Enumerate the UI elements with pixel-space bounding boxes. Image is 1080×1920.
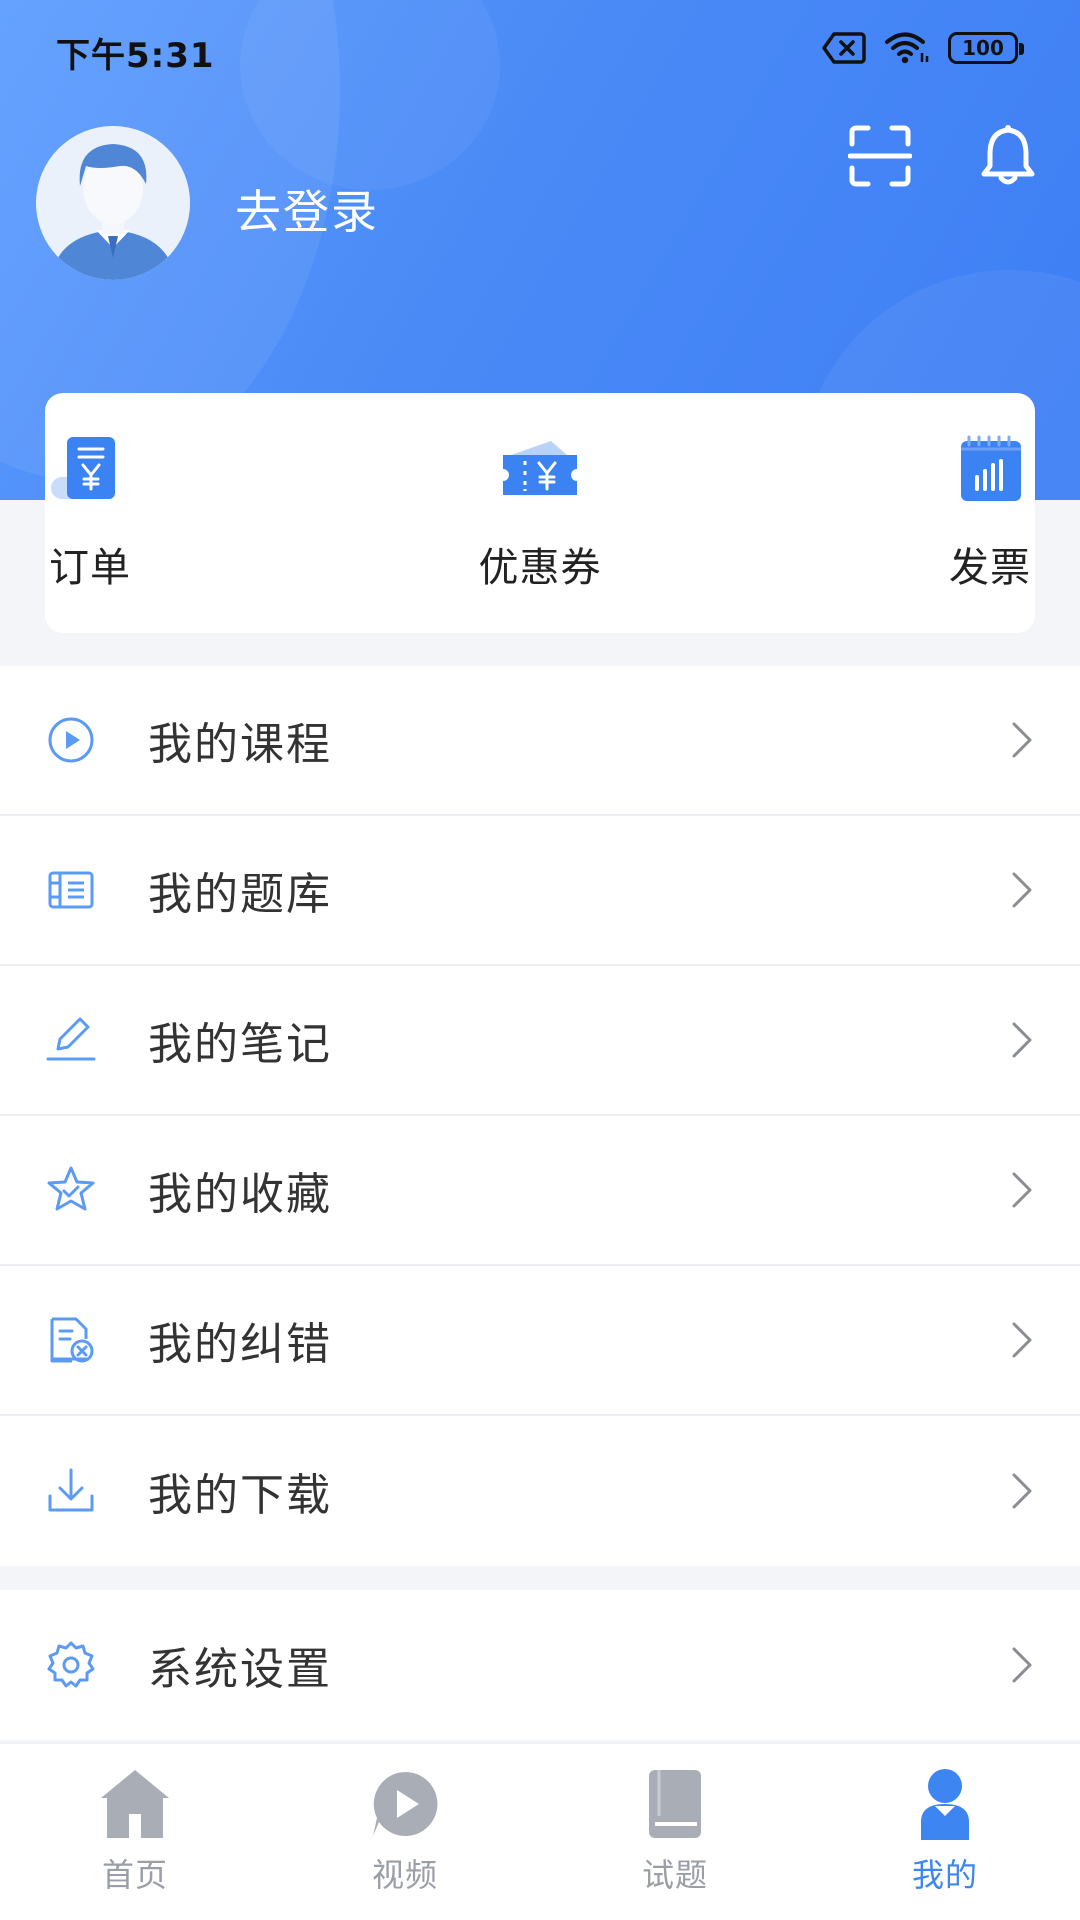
- star-icon: [47, 1166, 95, 1211]
- menu-item-label: 系统设置: [148, 1644, 332, 1695]
- battery-indicator: 100: [948, 32, 1024, 64]
- tab-video[interactable]: 视频: [270, 1744, 540, 1920]
- notification-button[interactable]: [980, 124, 1036, 188]
- wifi-icon: [884, 31, 930, 65]
- chevron-right-icon: [1012, 1647, 1032, 1683]
- tab-label: 视频: [371, 1856, 438, 1894]
- quick-action-order[interactable]: 订单: [0, 393, 255, 633]
- quick-actions-card: 订单 优惠券 发票: [45, 393, 1035, 633]
- menu-item-my-favorites[interactable]: 我的收藏: [0, 1116, 1080, 1266]
- menu-item-label: 我的笔记: [148, 1019, 332, 1070]
- menu-item-system-settings[interactable]: 系统设置: [0, 1590, 1080, 1740]
- settings-list: 系统设置: [0, 1590, 1080, 1740]
- chevron-right-icon: [1012, 872, 1032, 908]
- menu-item-my-question-bank[interactable]: 我的题库: [0, 816, 1080, 966]
- tab-questions[interactable]: 试题: [540, 1744, 810, 1920]
- pencil-icon: [46, 1017, 96, 1061]
- no-sim-icon: [822, 31, 866, 65]
- chevron-right-icon: [1012, 1473, 1032, 1509]
- video-icon: [373, 1771, 438, 1836]
- play-circle-icon: [48, 717, 94, 763]
- menu-item-label: 我的课程: [148, 719, 332, 770]
- menu-item-my-corrections[interactable]: 我的纠错: [0, 1266, 1080, 1416]
- bell-icon: [981, 125, 1035, 185]
- quick-action-label: 订单: [49, 545, 131, 591]
- status-time: 下午5:31: [56, 36, 215, 76]
- menu-item-label: 我的纠错: [148, 1319, 332, 1370]
- menu-list: 我的课程 我的题库 我的笔记 我的收藏 我的纠错 我的下载: [0, 666, 1080, 1566]
- error-report-icon: [50, 1317, 94, 1363]
- menu-item-my-notes[interactable]: 我的笔记: [0, 966, 1080, 1116]
- tab-label: 我的: [911, 1856, 978, 1894]
- login-link[interactable]: 去登录: [235, 176, 379, 242]
- question-bank-icon: [48, 871, 94, 909]
- tab-label: 首页: [101, 1856, 168, 1894]
- gear-icon: [47, 1641, 95, 1688]
- invoice-icon: [961, 435, 1021, 501]
- quick-action-label: 发票: [949, 545, 1031, 591]
- scan-icon: [847, 125, 913, 187]
- user-icon: [921, 1769, 969, 1840]
- chevron-right-icon: [1012, 722, 1032, 758]
- chevron-right-icon: [1012, 1322, 1032, 1358]
- home-icon: [101, 1770, 169, 1838]
- menu-item-my-courses[interactable]: 我的课程: [0, 666, 1080, 816]
- status-icons: 100: [822, 30, 1024, 66]
- scan-button[interactable]: [847, 124, 913, 188]
- menu-item-label: 我的题库: [148, 869, 332, 920]
- menu-item-label: 我的收藏: [148, 1169, 332, 1220]
- quick-action-label: 优惠券: [478, 545, 602, 591]
- chevron-right-icon: [1012, 1022, 1032, 1058]
- menu-item-label: 我的下载: [148, 1470, 332, 1521]
- book-icon: [649, 1770, 701, 1838]
- order-receipt-icon: [51, 437, 115, 499]
- chevron-right-icon: [1012, 1172, 1032, 1208]
- coupon-icon: [503, 441, 577, 495]
- tab-label: 试题: [641, 1856, 708, 1894]
- menu-item-my-downloads[interactable]: 我的下载: [0, 1416, 1080, 1566]
- quick-action-coupon[interactable]: 优惠券: [375, 393, 705, 633]
- quick-action-invoice[interactable]: 发票: [825, 393, 1080, 633]
- tab-home[interactable]: 首页: [0, 1744, 270, 1920]
- status-bar: 下午5:31 100: [0, 0, 1080, 96]
- avatar[interactable]: [36, 126, 190, 280]
- tab-mine[interactable]: 我的: [810, 1744, 1080, 1920]
- bottom-tab-bar: 首页 视频 试题 我的: [0, 1742, 1080, 1920]
- download-icon: [48, 1468, 94, 1512]
